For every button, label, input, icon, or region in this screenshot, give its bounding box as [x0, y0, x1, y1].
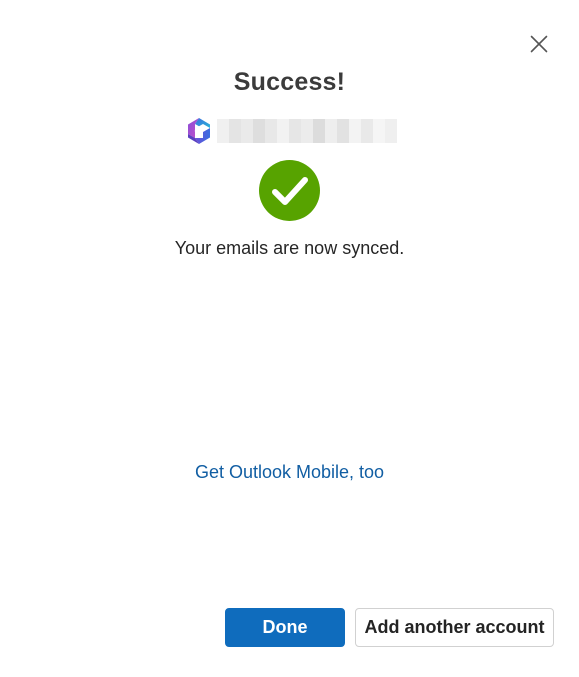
done-button[interactable]: Done — [225, 608, 345, 647]
add-another-account-button[interactable]: Add another account — [355, 608, 554, 647]
dialog-title: Success! — [233, 68, 346, 96]
sync-success-dialog: Success! Your emails are now synced. Get… — [0, 0, 579, 677]
close-button[interactable] — [525, 30, 553, 58]
redacted-account-email — [217, 119, 397, 143]
microsoft-365-logo-icon — [188, 118, 210, 144]
sync-status-message: Your emails are now synced. — [174, 238, 405, 258]
get-outlook-mobile-link[interactable]: Get Outlook Mobile, too — [0, 462, 579, 483]
account-row — [185, 116, 397, 146]
success-checkmark-icon — [259, 160, 320, 221]
close-icon — [530, 35, 548, 53]
